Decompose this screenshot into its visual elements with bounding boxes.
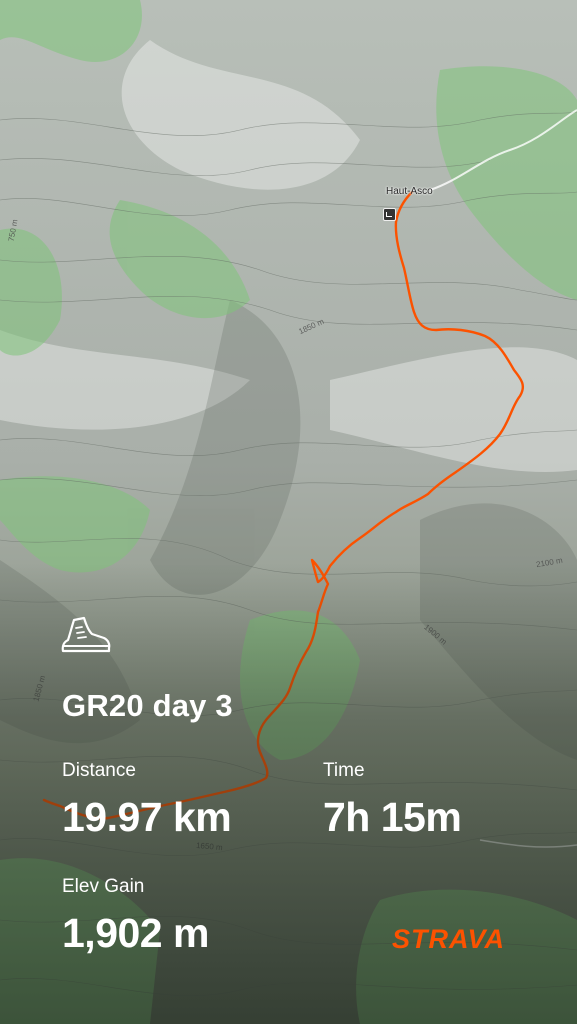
activity-share-card: Haut-Asco 750 m 1850 m 2100 m 1900 m 185… (0, 0, 577, 1024)
time-value: 7h 15m (323, 794, 462, 840)
strava-logo: STRAVA (392, 924, 505, 954)
mountain-hut-icon (383, 208, 396, 221)
place-label-haut-asco: Haut-Asco (386, 186, 433, 197)
topographic-map[interactable] (0, 0, 577, 1024)
hiking-boot-icon (61, 616, 111, 653)
distance-label: Distance (62, 760, 136, 781)
activity-title: GR20 day 3 (62, 688, 233, 723)
elev-gain-value: 1,902 m (62, 910, 209, 956)
time-label: Time (323, 760, 365, 781)
distance-value: 19.97 km (62, 794, 232, 840)
elev-gain-label: Elev Gain (62, 876, 145, 897)
